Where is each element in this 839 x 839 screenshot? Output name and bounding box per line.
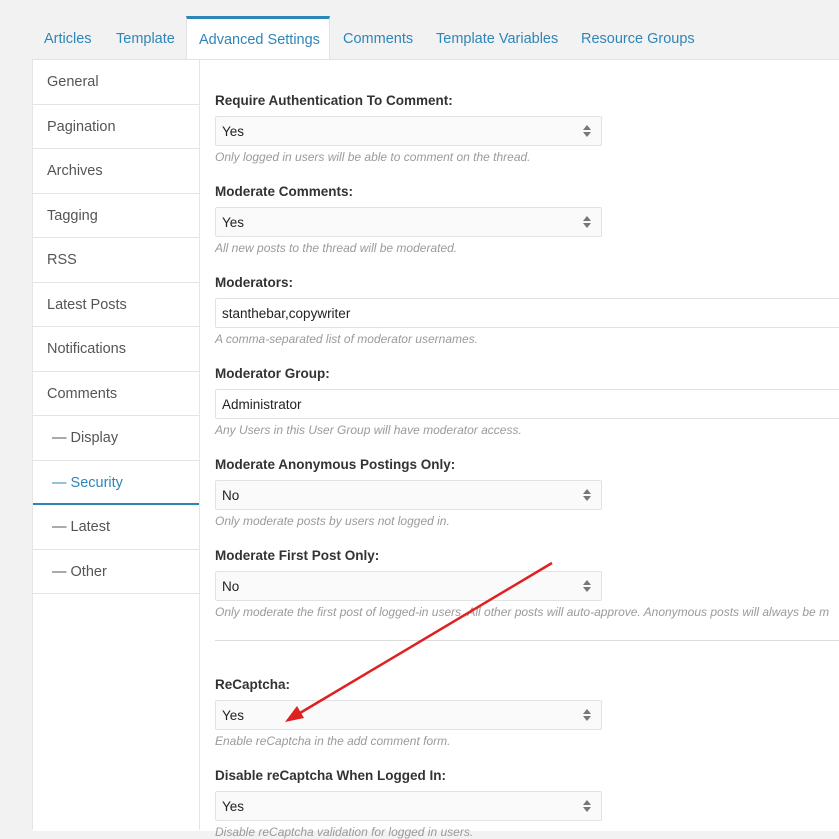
annotation-arrow-line (299, 561, 553, 715)
annotation-arrow (285, 561, 553, 722)
annotation-arrow-head (285, 706, 304, 722)
